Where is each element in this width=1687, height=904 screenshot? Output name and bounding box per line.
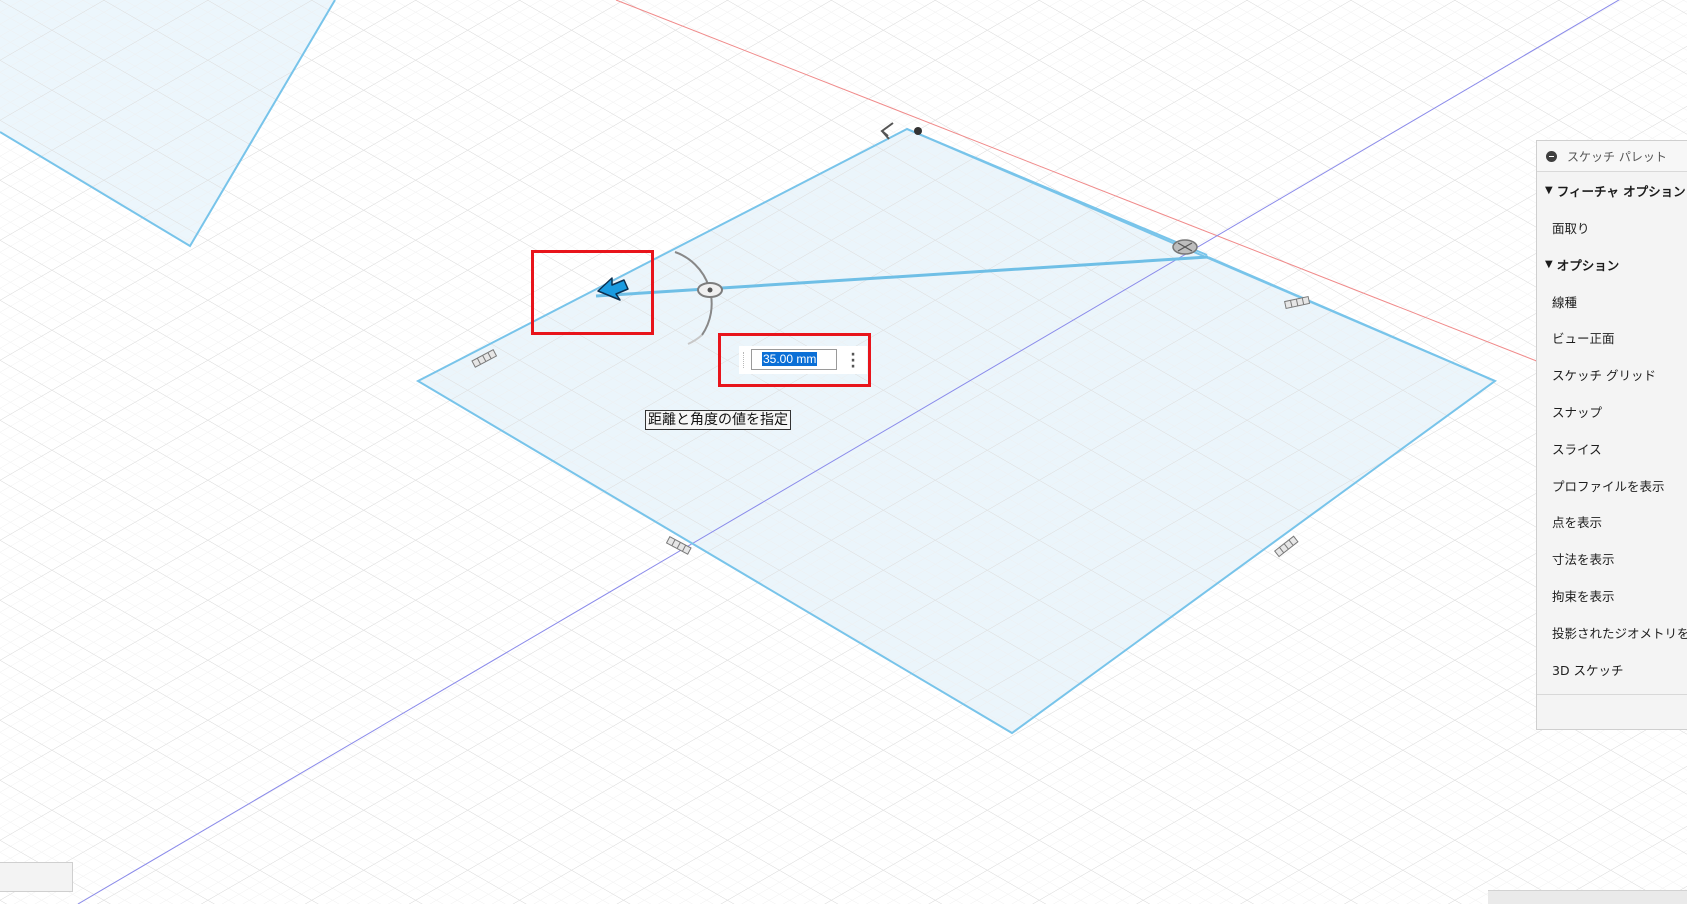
collapse-icon[interactable]: [1546, 150, 1557, 162]
section-options[interactable]: ▼ オプション: [1537, 246, 1687, 283]
bottom-left-panel[interactable]: [0, 862, 73, 892]
input-tooltip: 距離と角度の値を指定: [645, 410, 791, 430]
palette-item-sketch-grid[interactable]: スケッチ グリッド: [1537, 356, 1687, 393]
more-vertical-icon[interactable]: · · ·: [850, 348, 856, 374]
palette-item-show-projected-geometry[interactable]: 投影されたジオメトリを表示: [1537, 614, 1687, 651]
dimension-value-text: 35.00 mm: [762, 352, 818, 366]
palette-item-chamfer[interactable]: 面取り: [1537, 209, 1687, 246]
drag-grip-icon[interactable]: [743, 352, 746, 368]
palette-item-show-profile[interactable]: プロファイルを表示: [1537, 467, 1687, 504]
palette-header[interactable]: スケッチ パレット: [1537, 141, 1687, 172]
dimension-input-widget: 35.00 mm · · ·: [739, 346, 867, 374]
sketch-scene[interactable]: [0, 0, 1687, 904]
line-endpoint-marker[interactable]: [1172, 239, 1198, 255]
palette-item-show-constraints[interactable]: 拘束を表示: [1537, 577, 1687, 614]
sketch-palette: スケッチ パレット ▼ フィーチャ オプション 面取り ▼ オプション 線種 ビ…: [1536, 140, 1687, 730]
palette-item-show-dimensions[interactable]: 寸法を表示: [1537, 540, 1687, 577]
section-label: フィーチャ オプション: [1556, 184, 1686, 199]
palette-item-snap[interactable]: スナップ: [1537, 393, 1687, 430]
section-feature-options[interactable]: ▼ フィーチャ オプション: [1537, 172, 1687, 209]
expand-triangle-icon: ▼: [1545, 258, 1553, 270]
palette-item-slice[interactable]: スライス: [1537, 430, 1687, 467]
highlight-box-cursor: [531, 250, 654, 335]
expand-triangle-icon: ▼: [1545, 185, 1553, 196]
dimension-value-input[interactable]: 35.00 mm: [751, 349, 837, 370]
section-label: オプション: [1556, 257, 1620, 273]
palette-footer: [1537, 693, 1687, 729]
bottom-right-bar: [1488, 890, 1687, 904]
palette-item-show-points[interactable]: 点を表示: [1537, 504, 1687, 541]
palette-item-look-at[interactable]: ビュー正面: [1537, 320, 1687, 357]
line-midpoint-marker[interactable]: [697, 282, 723, 298]
palette-item-3d-sketch[interactable]: 3D スケッチ: [1537, 651, 1687, 688]
palette-item-linetype[interactable]: 線種: [1537, 283, 1687, 320]
canvas-viewport[interactable]: 35.00 mm · · · 距離と角度の値を指定 スケッチ パレット ▼ フィーチ…: [0, 0, 1687, 904]
palette-title: スケッチ パレット: [1567, 149, 1667, 164]
